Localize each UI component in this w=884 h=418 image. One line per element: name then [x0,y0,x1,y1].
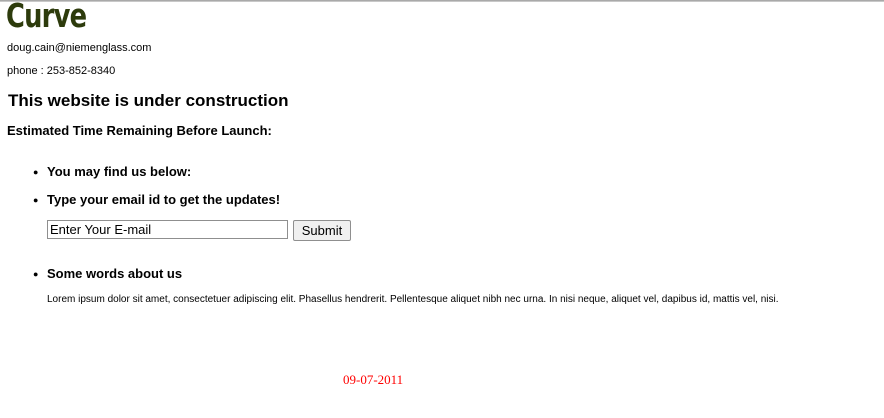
email-input[interactable] [47,220,288,239]
phone-number: 253-852-8340 [46,65,116,77]
about-text: Lorem ipsum dolor sit amet, consectetuer… [47,294,779,305]
page-heading: This website is under construction [8,91,289,110]
launch-date: 09-07-2011 [343,372,404,387]
phone-label: phone [7,65,38,77]
list-item-updates: ● Type your email id to get the updates! [33,192,280,208]
countdown-label: Estimated Time Remaining Before Launch: [7,123,272,138]
list-item-label: You may find us below: [47,164,192,179]
bullet-icon: ● [33,167,39,177]
site-logo: Curve [6,0,87,35]
contact-email: doug.cain@niemenglass.com [7,42,152,54]
list-item-about: ● Some words about us [33,266,182,282]
submit-button[interactable]: Submit [293,220,351,241]
list-item-find-us: ● You may find us below: [33,164,191,180]
phone-separator: : [37,65,47,77]
list-item-label: Some words about us [47,266,183,281]
contact-phone: phone : 253-852-8340 [7,64,115,78]
top-border [0,0,884,2]
list-item-label: Type your email id to get the updates! [47,192,281,207]
bullet-icon: ● [33,269,39,279]
bullet-icon: ● [33,195,39,205]
